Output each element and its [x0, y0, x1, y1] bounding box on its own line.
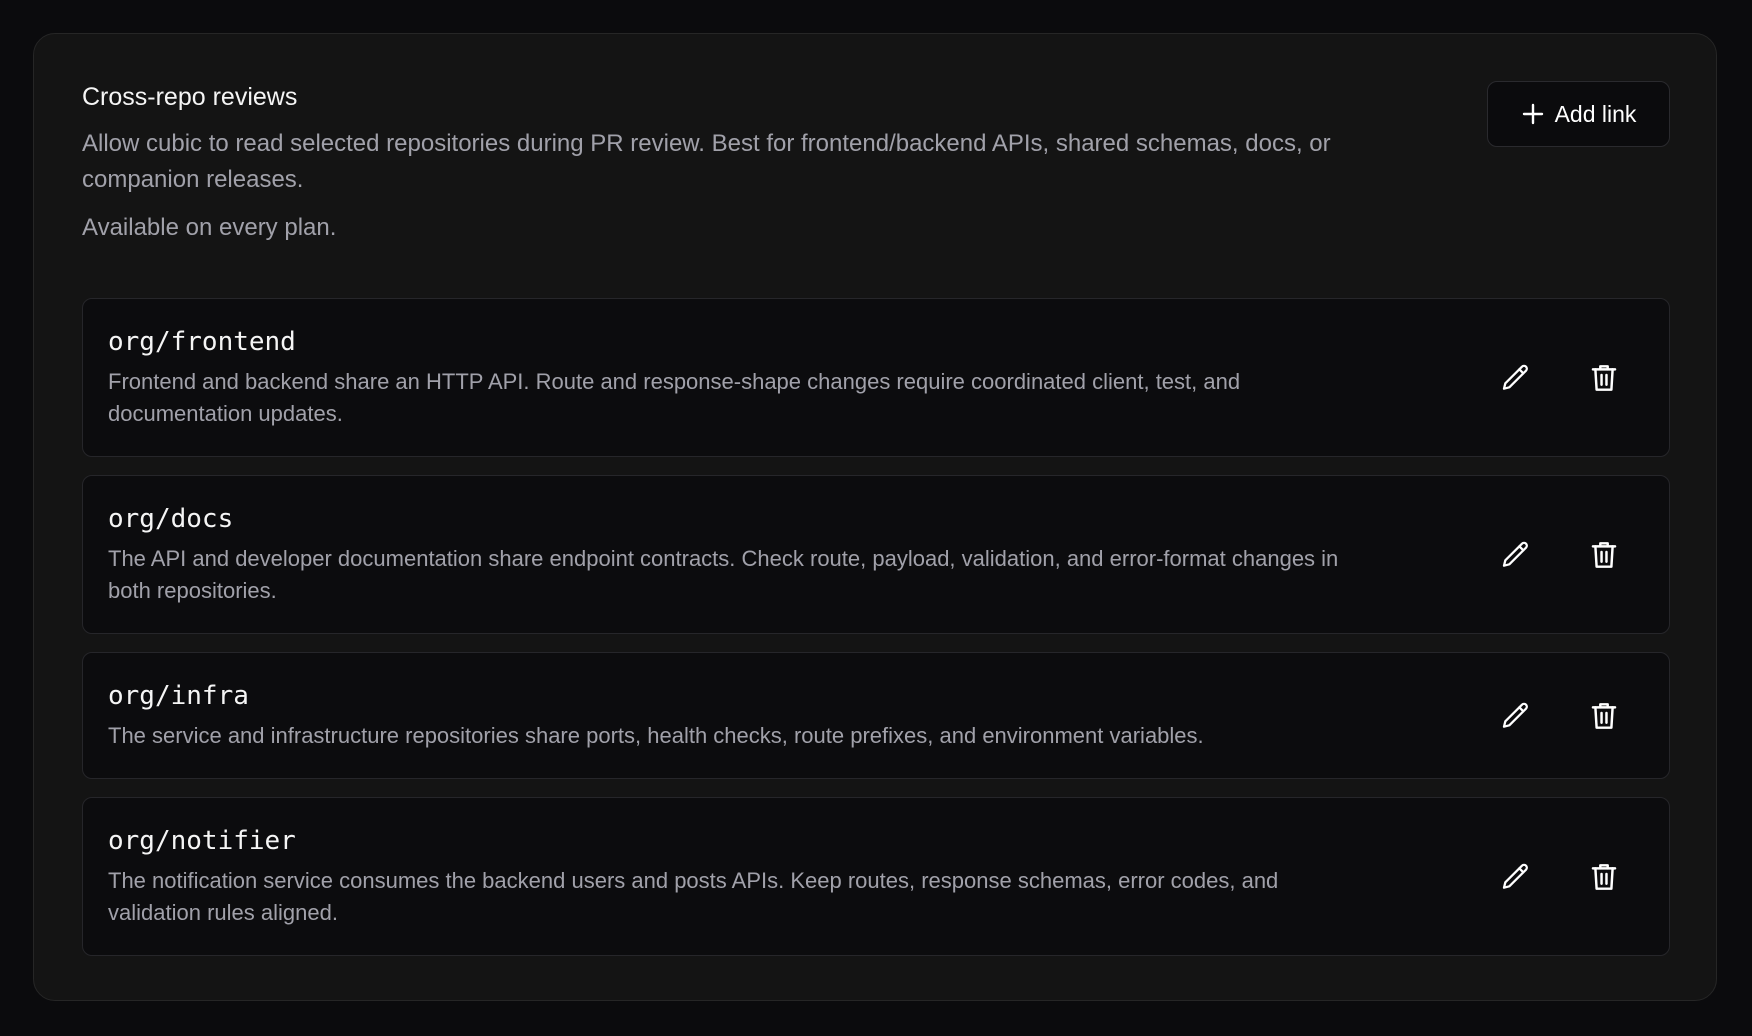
link-row-infra: org/infra The service and infrastructure… [82, 652, 1670, 779]
link-row-docs: org/docs The API and developer documenta… [82, 475, 1670, 634]
delete-link-button[interactable] [1587, 860, 1621, 894]
trash-icon [1591, 702, 1617, 729]
link-row-frontend: org/frontend Frontend and backend share … [82, 298, 1670, 457]
row-actions [1499, 860, 1621, 894]
section-title: Cross-repo reviews [82, 83, 298, 111]
delete-link-button[interactable] [1587, 538, 1621, 572]
link-repo-name: org/docs [108, 504, 234, 534]
link-repo-name: org/notifier [108, 826, 296, 856]
row-actions [1499, 538, 1621, 572]
trash-icon [1591, 541, 1617, 568]
availability-note: Available on every plan. [82, 214, 337, 241]
link-list: org/frontend Frontend and backend share … [82, 298, 1670, 974]
link-description: The API and developer documentation shar… [108, 546, 1339, 603]
pencil-icon [1502, 702, 1528, 728]
delete-link-button[interactable] [1587, 699, 1621, 733]
section-header: Cross-repo reviews Allow cubic to read s… [82, 82, 1442, 246]
link-description: Frontend and backend share an HTTP API. … [108, 369, 1241, 426]
edit-link-button[interactable] [1499, 361, 1533, 395]
cross-repo-reviews-card: Cross-repo reviews Allow cubic to read s… [33, 33, 1717, 1001]
link-description: The notification service consumes the ba… [108, 868, 1279, 925]
trash-icon [1591, 863, 1617, 890]
link-row-notifier: org/notifier The notification service co… [82, 797, 1670, 956]
add-link-label: Add link [1554, 100, 1637, 127]
link-description: The service and infrastructure repositor… [108, 723, 1204, 748]
row-actions [1499, 699, 1621, 733]
add-link-button[interactable]: Add link [1487, 81, 1670, 147]
plus-icon [1521, 102, 1545, 126]
delete-link-button[interactable] [1587, 361, 1621, 395]
link-repo-name: org/frontend [108, 327, 296, 357]
row-actions [1499, 361, 1621, 395]
pencil-icon [1502, 364, 1528, 390]
edit-link-button[interactable] [1499, 860, 1533, 894]
link-repo-name: org/infra [108, 681, 249, 711]
edit-link-button[interactable] [1499, 538, 1533, 572]
section-description: Allow cubic to read selected repositorie… [82, 130, 1331, 193]
pencil-icon [1502, 541, 1528, 567]
trash-icon [1591, 364, 1617, 391]
edit-link-button[interactable] [1499, 699, 1533, 733]
pencil-icon [1502, 863, 1528, 889]
